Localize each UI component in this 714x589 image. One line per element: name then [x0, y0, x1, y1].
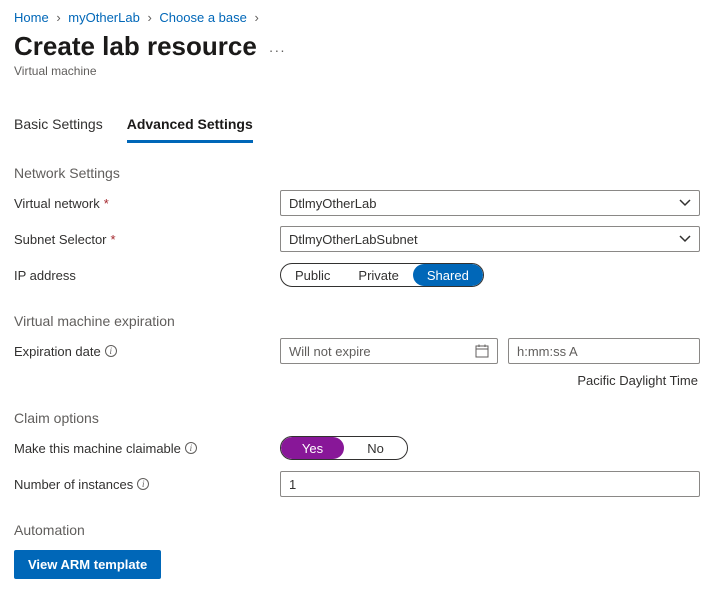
claimable-yes[interactable]: Yes — [281, 437, 344, 459]
label-number-of-instances: Number of instances i — [14, 477, 280, 492]
info-icon[interactable]: i — [105, 345, 117, 357]
ip-option-shared[interactable]: Shared — [413, 264, 483, 286]
timezone-label: Pacific Daylight Time — [14, 373, 700, 388]
breadcrumb-choose-base[interactable]: Choose a base — [159, 10, 246, 25]
label-subnet-selector: Subnet Selector* — [14, 232, 280, 247]
label-expiration-date: Expiration date i — [14, 344, 280, 359]
input-number-of-instances[interactable] — [280, 471, 700, 497]
dropdown-virtual-network-value: DtlmyOtherLab — [289, 196, 376, 211]
label-ip-address: IP address — [14, 268, 280, 283]
chevron-down-icon — [679, 233, 691, 245]
page-title: Create lab resource — [14, 31, 257, 62]
tab-basic-settings[interactable]: Basic Settings — [14, 112, 103, 143]
section-claim-options: Claim options — [14, 410, 700, 426]
breadcrumb-home[interactable]: Home — [14, 10, 49, 25]
section-network-settings: Network Settings — [14, 165, 700, 181]
segmented-ip-address: Public Private Shared — [280, 263, 484, 287]
breadcrumb: Home › myOtherLab › Choose a base › — [14, 10, 700, 25]
expiration-time-placeholder: h:mm:ss A — [517, 344, 578, 359]
breadcrumb-lab[interactable]: myOtherLab — [68, 10, 140, 25]
chevron-right-icon: › — [56, 10, 60, 25]
claimable-no[interactable]: No — [344, 437, 407, 459]
chevron-right-icon: › — [255, 10, 259, 25]
calendar-icon — [475, 344, 489, 358]
dropdown-subnet-selector[interactable]: DtlmyOtherLabSubnet — [280, 226, 700, 252]
tab-advanced-settings[interactable]: Advanced Settings — [127, 112, 253, 143]
section-vm-expiration: Virtual machine expiration — [14, 313, 700, 329]
more-actions-icon[interactable]: ··· — [269, 36, 286, 58]
dropdown-subnet-selector-value: DtlmyOtherLabSubnet — [289, 232, 418, 247]
tabs: Basic Settings Advanced Settings — [14, 112, 700, 143]
ip-option-public[interactable]: Public — [281, 264, 344, 286]
chevron-down-icon — [679, 197, 691, 209]
label-make-claimable: Make this machine claimable i — [14, 441, 280, 456]
info-icon[interactable]: i — [185, 442, 197, 454]
segmented-claimable: Yes No — [280, 436, 408, 460]
input-expiration-date[interactable]: Will not expire — [280, 338, 498, 364]
input-expiration-time[interactable]: h:mm:ss A — [508, 338, 700, 364]
chevron-right-icon: › — [147, 10, 151, 25]
page-subtitle: Virtual machine — [14, 64, 700, 78]
section-automation: Automation — [14, 522, 700, 538]
label-virtual-network: Virtual network* — [14, 196, 280, 211]
dropdown-virtual-network[interactable]: DtlmyOtherLab — [280, 190, 700, 216]
view-arm-template-button[interactable]: View ARM template — [14, 550, 161, 579]
ip-option-private[interactable]: Private — [344, 264, 412, 286]
expiration-date-placeholder: Will not expire — [289, 344, 371, 359]
info-icon[interactable]: i — [137, 478, 149, 490]
